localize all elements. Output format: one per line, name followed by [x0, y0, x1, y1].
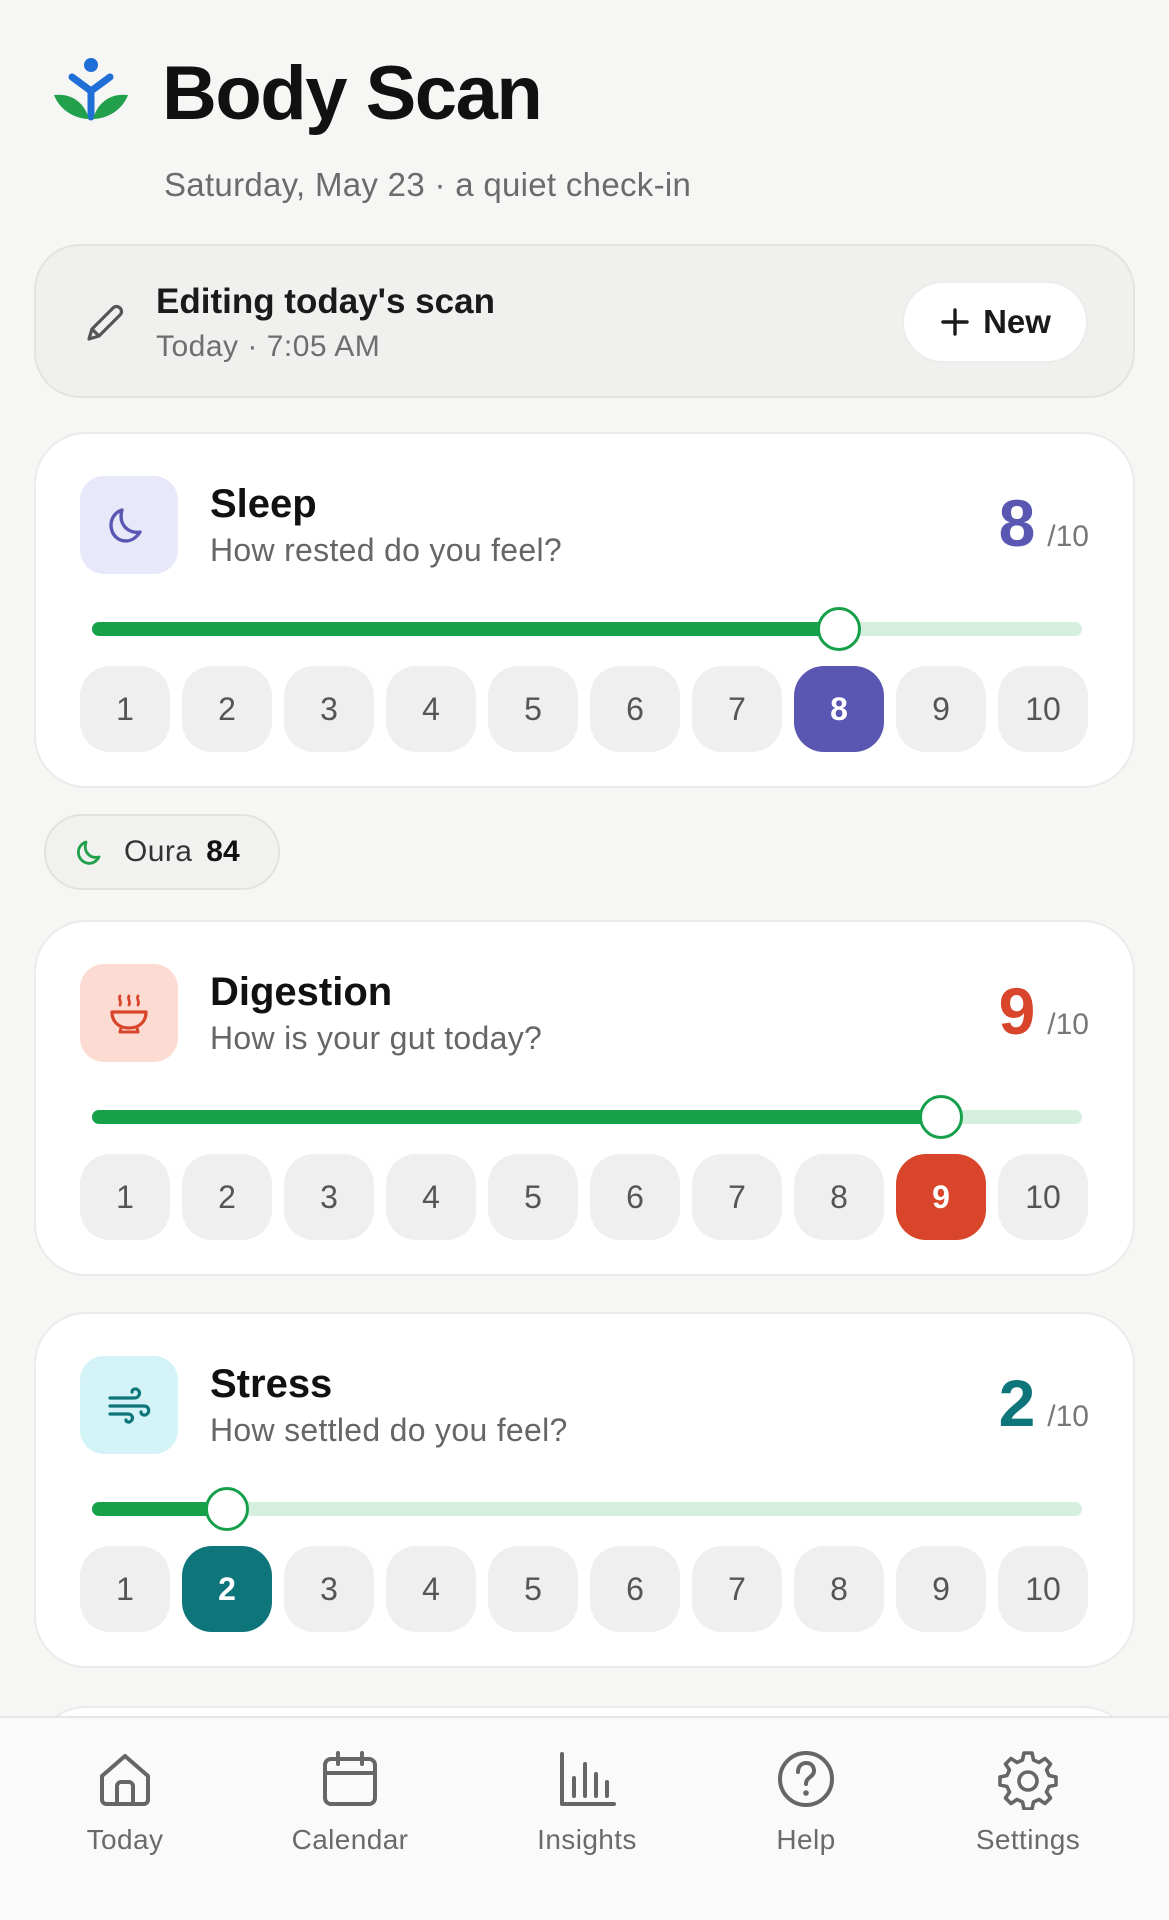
new-scan-label: New	[983, 303, 1051, 340]
rating-option-6[interactable]: 6	[590, 666, 680, 752]
sleep-slider-fill	[92, 622, 839, 636]
sleep-card: Sleep How rested do you feel? 8 /10 1234…	[34, 432, 1135, 788]
rating-option-7[interactable]: 7	[692, 666, 782, 752]
rating-option-9[interactable]: 9	[896, 666, 986, 752]
rating-option-5[interactable]: 5	[488, 1546, 578, 1632]
rating-option-2[interactable]: 2	[182, 666, 272, 752]
moon-icon	[109, 508, 142, 543]
nav-settings-label: Settings	[975, 1824, 1081, 1855]
new-scan-button[interactable]: New	[902, 281, 1088, 363]
rating-option-4[interactable]: 4	[386, 666, 476, 752]
gear-icon	[998, 1751, 1058, 1810]
digestion-slider-fill	[92, 1110, 941, 1124]
rating-option-8[interactable]: 8	[794, 1546, 884, 1632]
nav-help-label: Help	[776, 1824, 836, 1855]
digestion-title: Digestion	[210, 970, 393, 1014]
rating-option-6[interactable]: 6	[590, 1546, 680, 1632]
stress-rating-options: 1 2 3 4 5 6 7 8 9 10	[80, 1546, 1093, 1632]
nav-insights[interactable]: Insights	[487, 1748, 687, 1856]
digestion-slider[interactable]	[92, 1095, 1082, 1139]
nav-calendar-label: Calendar	[291, 1824, 409, 1855]
rating-option-5[interactable]: 5	[488, 1154, 578, 1240]
editing-timestamp: Today · 7:05 AM	[156, 330, 381, 363]
bottom-nav: Today Calendar Insights Help Settings	[0, 1716, 1169, 1920]
stress-card: Stress How settled do you feel? 2 /10 12…	[34, 1312, 1135, 1668]
digestion-question: How is your gut today?	[210, 1020, 543, 1056]
nav-calendar[interactable]: Calendar	[250, 1748, 450, 1856]
rating-option-8[interactable]: 8	[794, 666, 884, 752]
nav-today-label: Today	[86, 1824, 164, 1855]
sleep-icon-tile	[80, 476, 178, 574]
rating-option-3[interactable]: 3	[284, 1154, 374, 1240]
bar-chart-icon	[560, 1752, 616, 1806]
app-header: Body Scan	[52, 50, 543, 137]
nav-settings[interactable]: Settings	[928, 1748, 1128, 1856]
digestion-slider-thumb[interactable]	[919, 1095, 963, 1139]
sleep-title: Sleep	[210, 482, 317, 526]
nav-insights-label: Insights	[537, 1824, 637, 1855]
stress-slider-thumb[interactable]	[205, 1487, 249, 1531]
stress-title: Stress	[210, 1362, 333, 1406]
plus-icon	[941, 308, 969, 336]
stress-score-value: 2	[998, 1366, 1036, 1440]
sleep-question: How rested do you feel?	[210, 532, 562, 568]
stress-score: 2 /10	[999, 1370, 1089, 1436]
digestion-icon-tile	[80, 964, 178, 1062]
rating-option-10[interactable]: 10	[998, 666, 1088, 752]
oura-sleep-chip[interactable]: Oura 84	[44, 814, 280, 890]
digestion-rating-options: 1 2 3 4 5 6 7 8 9 10	[80, 1154, 1093, 1240]
page-subtitle: Saturday, May 23 · a quiet check-in	[164, 166, 692, 203]
digestion-score: 9 /10	[999, 978, 1089, 1044]
page-title: Body Scan	[162, 51, 543, 136]
stress-score-max: /10	[1047, 1400, 1089, 1433]
page: Body Scan Saturday, May 23 · a quiet che…	[0, 0, 1169, 1920]
sleep-score: 8 /10	[999, 490, 1089, 556]
rating-option-9[interactable]: 9	[896, 1154, 986, 1240]
pencil-icon	[87, 304, 124, 341]
sprout-logo-icon	[54, 57, 128, 120]
rating-option-6[interactable]: 6	[590, 1154, 680, 1240]
sleep-slider[interactable]	[92, 607, 1082, 651]
rating-option-4[interactable]: 4	[386, 1154, 476, 1240]
sleep-score-value: 8	[998, 486, 1036, 560]
rating-option-2[interactable]: 2	[182, 1546, 272, 1632]
bowl-icon	[110, 994, 148, 1034]
oura-score: 84	[206, 835, 240, 868]
nav-today[interactable]: Today	[25, 1748, 225, 1856]
editing-title: Editing today's scan	[156, 282, 495, 321]
rating-option-1[interactable]: 1	[80, 1546, 170, 1632]
digestion-card: Digestion How is your gut today? 9 /10 1…	[34, 920, 1135, 1276]
rating-option-2[interactable]: 2	[182, 1154, 272, 1240]
stress-slider[interactable]	[92, 1487, 1082, 1531]
digestion-score-max: /10	[1047, 1008, 1089, 1041]
stress-question: How settled do you feel?	[210, 1412, 568, 1448]
digestion-score-value: 9	[998, 974, 1036, 1048]
rating-option-5[interactable]: 5	[488, 666, 578, 752]
sleep-score-max: /10	[1047, 520, 1089, 553]
sleep-slider-thumb[interactable]	[817, 607, 861, 651]
rating-option-9[interactable]: 9	[896, 1546, 986, 1632]
rating-option-4[interactable]: 4	[386, 1546, 476, 1632]
rating-option-3[interactable]: 3	[284, 1546, 374, 1632]
nav-help[interactable]: Help	[706, 1748, 906, 1856]
rating-option-1[interactable]: 1	[80, 1154, 170, 1240]
rating-option-7[interactable]: 7	[692, 1546, 782, 1632]
rating-option-10[interactable]: 10	[998, 1154, 1088, 1240]
rating-option-8[interactable]: 8	[794, 1154, 884, 1240]
help-icon	[778, 1751, 834, 1807]
oura-label: Oura	[124, 835, 193, 868]
calendar-icon	[323, 1751, 377, 1806]
sleep-rating-options: 1 2 3 4 5 6 7 8 9 10	[80, 666, 1093, 752]
editing-banner: Editing today's scan Today · 7:05 AM New	[34, 244, 1135, 398]
rating-option-10[interactable]: 10	[998, 1546, 1088, 1632]
moon-icon	[77, 840, 101, 865]
rating-option-1[interactable]: 1	[80, 666, 170, 752]
home-icon	[100, 1754, 150, 1806]
rating-option-7[interactable]: 7	[692, 1154, 782, 1240]
wind-icon	[108, 1387, 151, 1424]
stress-icon-tile	[80, 1356, 178, 1454]
rating-option-3[interactable]: 3	[284, 666, 374, 752]
